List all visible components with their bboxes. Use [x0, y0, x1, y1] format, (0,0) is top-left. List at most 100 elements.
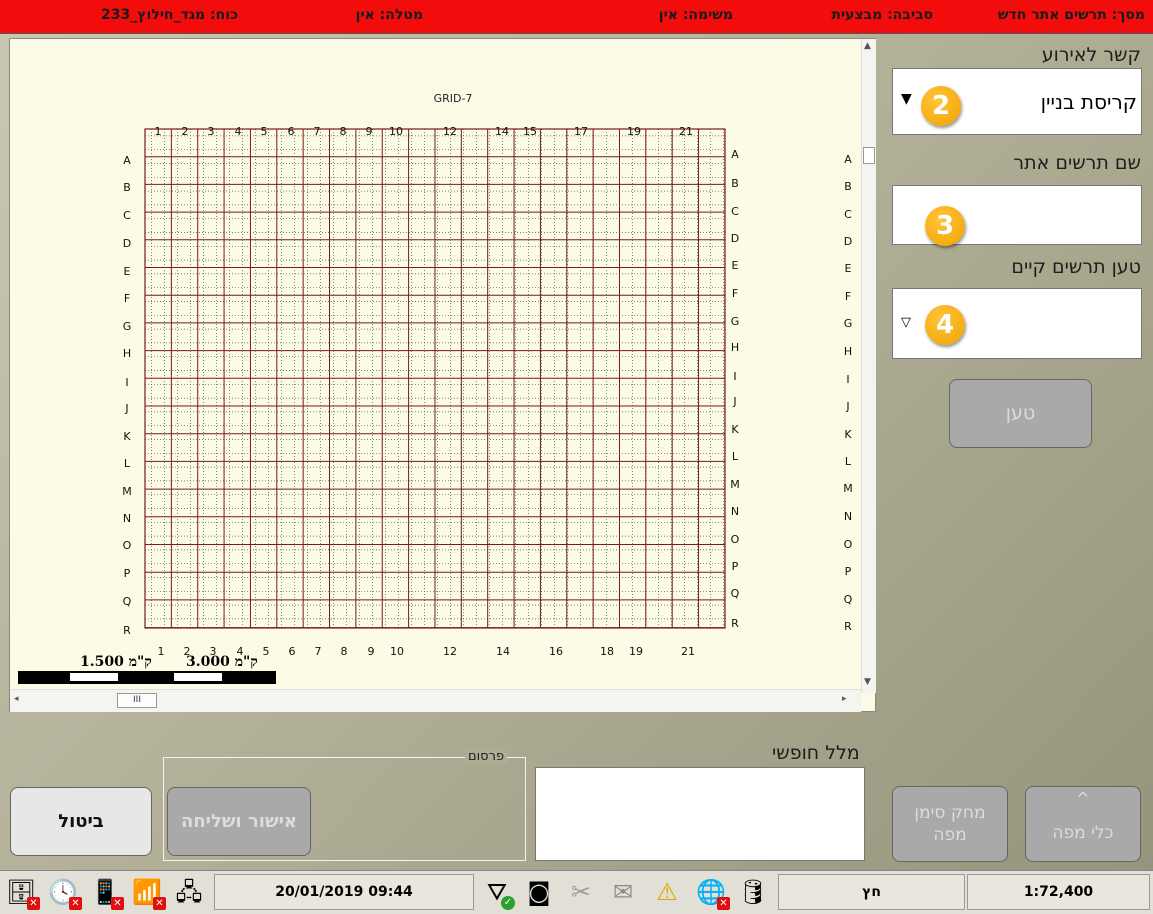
site-name-label: שם תרשים אתר: [1013, 152, 1141, 174]
scroll-left-icon[interactable]: ◂: [14, 694, 19, 704]
row-label-left: R: [123, 624, 131, 637]
cancel-button[interactable]: ביטול: [10, 787, 152, 856]
event-link-value: קריסת בניין: [1040, 90, 1137, 114]
arrow-mode-indicator: חץ: [778, 874, 965, 910]
column-label-top: 2: [182, 125, 189, 138]
row-label-left: I: [125, 376, 128, 389]
row-label-edge: O: [844, 538, 853, 551]
column-label-bottom: 18: [600, 645, 614, 658]
column-label-top: 15: [523, 125, 537, 138]
row-label-edge: D: [844, 235, 852, 248]
delete-marker-label-2: מפה: [933, 825, 967, 845]
network-icon[interactable]: 🖧: [172, 875, 206, 909]
map-view[interactable]: GRID-7 1 2 3 4 5 6 7 8 9 10 12 14 15 17 19 21 1 2 3 4 5 6 7 8 9 10…: [9, 38, 876, 712]
filter-icon[interactable]: ⛛ ✓: [480, 875, 515, 910]
mail-icon[interactable]: ✉: [606, 875, 640, 909]
column-label-top: 1: [155, 125, 162, 138]
row-label-right: A: [731, 148, 739, 161]
scroll-down-icon[interactable]: ▼: [864, 677, 871, 687]
wireless-icon[interactable]: 📶 ✕: [130, 875, 166, 910]
dropdown-arrow-icon[interactable]: ▼: [901, 91, 912, 107]
grid-map[interactable]: GRID-71 2 3 4 5 6 7 8 9 10 12 14 15 17 19 211 2 3 4 5 6 7 8 9 10…: [10, 39, 861, 691]
row-label-edge: F: [845, 290, 851, 303]
column-label-bottom: 9: [368, 645, 375, 658]
column-label-bottom: 7: [315, 645, 322, 658]
row-label-edge: J: [845, 400, 849, 413]
status-bar: מסך: תרשים אתר חדש סביבה: מבצעית משימה: …: [0, 0, 1153, 34]
horizontal-scroll-thumb[interactable]: III: [117, 693, 157, 708]
row-label-edge: E: [845, 262, 852, 275]
column-label-top: 4: [235, 125, 242, 138]
camera-icon[interactable]: ◙: [522, 875, 556, 909]
row-label-edge: N: [844, 510, 852, 523]
column-label-bottom: 12: [443, 645, 457, 658]
task-status: משימה: אין: [658, 7, 733, 23]
row-label-edge: C: [844, 208, 852, 221]
scale-bar-segment: [174, 673, 222, 681]
delete-marker-label-1: מחק סימן: [914, 803, 986, 823]
row-label-left: F: [124, 292, 130, 305]
scale-label-2: 3.000 ק"מ: [186, 654, 258, 670]
phone-icon[interactable]: 📱 ✕: [88, 875, 124, 910]
scale-bar: [18, 671, 276, 684]
row-label-edge: R: [844, 620, 852, 633]
row-label-right: M: [730, 478, 740, 491]
column-label-bottom: 5: [263, 645, 270, 658]
warning-icon[interactable]: ⚠: [650, 875, 684, 909]
step-badge-2: 2: [921, 86, 961, 126]
column-label-bottom: 19: [629, 645, 643, 658]
row-label-left: M: [122, 485, 132, 498]
dropdown-arrow-outline-icon[interactable]: ▽: [901, 315, 911, 330]
row-label-right: P: [732, 560, 739, 573]
row-label-right: D: [731, 232, 739, 245]
row-label-edge: I: [846, 373, 849, 386]
step-badge-4: 4: [925, 305, 965, 345]
row-label-right: B: [731, 177, 739, 190]
column-label-top: 9: [366, 125, 373, 138]
vertical-scroll-thumb[interactable]: [863, 147, 875, 164]
map-tools-button[interactable]: ^ כלי מפה: [1025, 786, 1141, 862]
map-tools-label: כלי מפה: [1052, 823, 1114, 843]
tools-icon[interactable]: ✂: [564, 875, 598, 909]
column-label-top: 3: [208, 125, 215, 138]
step-badge-3: 3: [925, 206, 965, 246]
row-label-left: H: [123, 347, 131, 360]
row-label-right: I: [733, 370, 736, 383]
row-label-edge: L: [845, 455, 852, 468]
delete-marker-button[interactable]: מחק סימן מפה: [892, 786, 1008, 862]
vault-icon[interactable]: 🛢: [736, 875, 770, 909]
row-label-right: E: [732, 259, 739, 272]
free-text-label: מלל חופשי: [772, 742, 860, 764]
row-label-left: O: [123, 539, 132, 552]
column-label-top: 10: [389, 125, 403, 138]
map-vertical-scrollbar[interactable]: ▲ ▼: [861, 39, 876, 693]
column-label-top: 12: [443, 125, 457, 138]
column-label-top: 7: [314, 125, 321, 138]
map-horizontal-scrollbar[interactable]: ◂ III ▸: [10, 689, 861, 712]
row-label-right: N: [731, 505, 739, 518]
row-label-right: O: [731, 533, 740, 546]
approve-send-button[interactable]: אישור ושליחה: [167, 787, 311, 856]
free-text-input[interactable]: [535, 767, 865, 861]
column-label-bottom: 16: [549, 645, 563, 658]
row-label-right: F: [732, 287, 738, 300]
scale-label-1: 1.500 ק"מ: [80, 654, 152, 670]
row-label-right: K: [731, 423, 739, 436]
row-label-right: R: [731, 617, 739, 630]
mission-status: מטלה: אין: [355, 7, 423, 23]
row-label-edge: Q: [844, 593, 853, 606]
scroll-right-icon[interactable]: ▸: [842, 694, 847, 704]
scroll-up-icon[interactable]: ▲: [864, 41, 871, 51]
load-button[interactable]: טען: [949, 379, 1092, 448]
environment-status: סביבה: מבצעית: [831, 7, 933, 23]
row-label-edge: B: [844, 180, 852, 193]
clock-icon[interactable]: 🕓 ✕: [46, 875, 82, 910]
row-label-right: H: [731, 341, 739, 354]
database-icon[interactable]: 🗄 ✕: [4, 875, 40, 910]
column-label-top: 19: [627, 125, 641, 138]
scale-bar-segment: [70, 673, 118, 681]
row-label-edge: P: [845, 565, 852, 578]
row-label-edge: K: [844, 428, 852, 441]
globe-icon[interactable]: 🌐 ✕: [694, 875, 730, 910]
row-label-left: K: [123, 430, 131, 443]
